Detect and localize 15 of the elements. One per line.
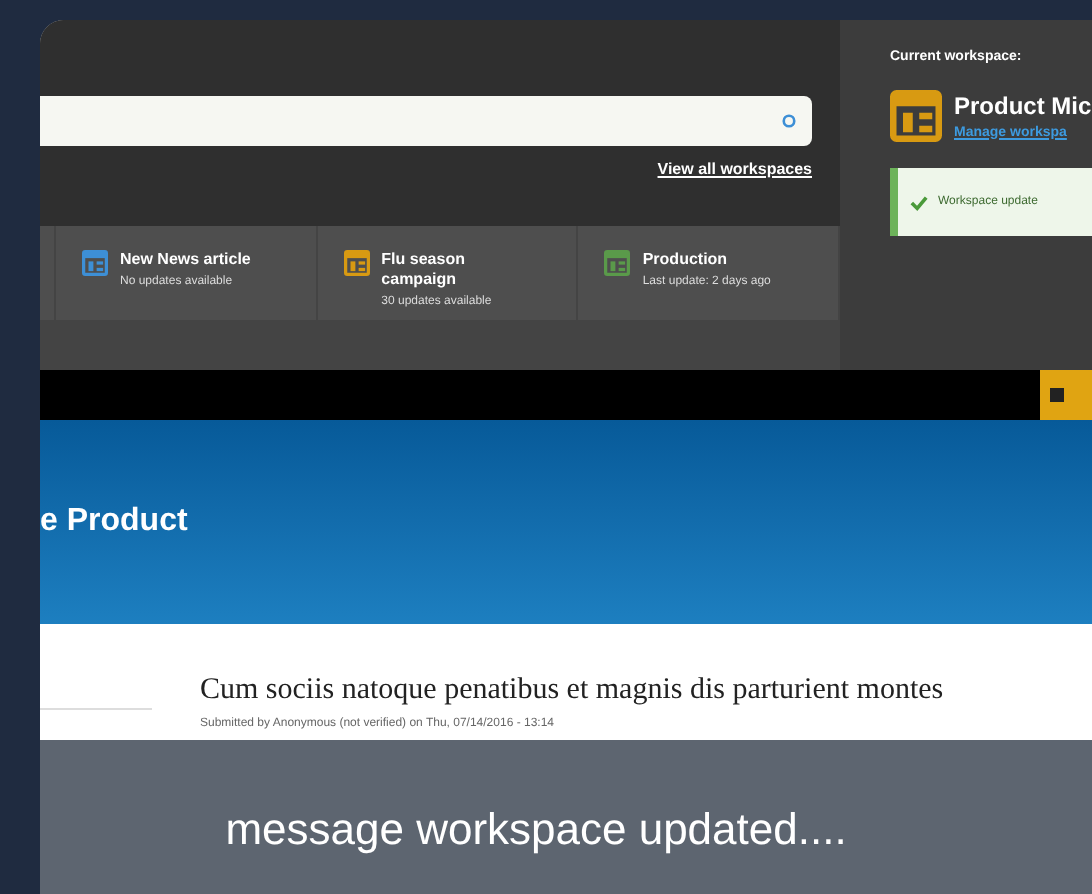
search-field[interactable] [40,96,812,146]
workspace-card[interactable] [40,226,54,320]
checkmark-icon [910,193,928,211]
caption-text: message workspace updated.... [225,802,847,858]
toolbar-button[interactable] [1040,370,1092,420]
square-icon [1050,388,1064,402]
workspace-icon [890,89,942,142]
view-all-workspaces-link[interactable]: View all workspaces [657,158,812,182]
workspace-name: Flu season campaign [381,250,467,290]
workspace-name: Production [642,250,730,270]
current-workspace-name: Product Mic [954,89,1092,123]
search-icon [782,114,796,128]
workspace-name: New News article [120,250,253,270]
article-title: Cum sociis natoque penatibus et magnis dis parturient montes [200,672,944,710]
site-title: e Product [40,502,188,542]
